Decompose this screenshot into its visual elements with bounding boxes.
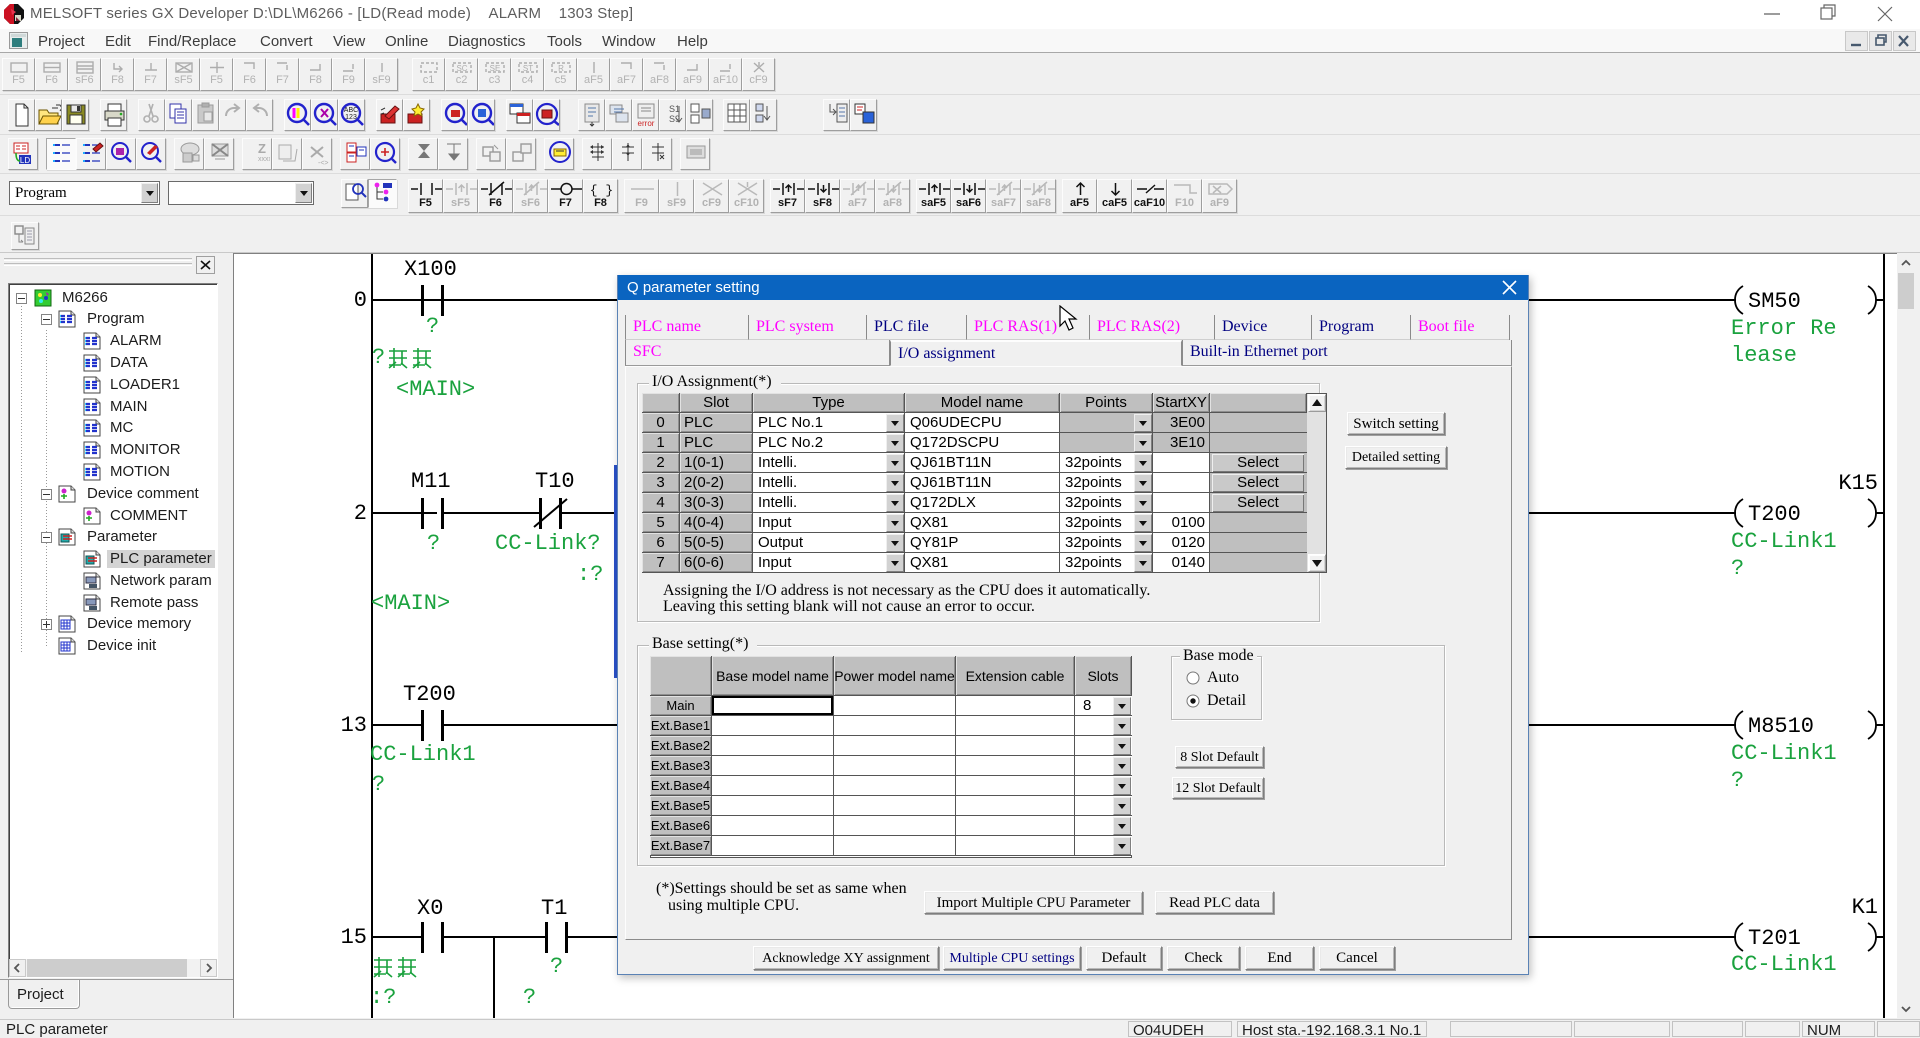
svg-text:ST: ST — [522, 64, 532, 73]
svg-text:-<>: -<> — [318, 160, 329, 167]
svg-text:xxxx: xxxx — [258, 156, 270, 163]
svg-text:{ }: { } — [590, 183, 613, 197]
svg-text:S1: S1 — [669, 104, 680, 114]
svg-text:123: 123 — [345, 114, 357, 121]
svg-text:SC: SC — [456, 64, 467, 73]
svg-text:S9: S9 — [669, 114, 680, 124]
svg-text:Z: Z — [258, 141, 266, 156]
svg-text:error: error — [638, 119, 655, 128]
svg-text:SE: SE — [489, 64, 500, 73]
svg-text:LD: LD — [19, 156, 29, 165]
svg-text:R: R — [558, 64, 564, 73]
svg-text:ABC: ABC — [344, 107, 358, 114]
